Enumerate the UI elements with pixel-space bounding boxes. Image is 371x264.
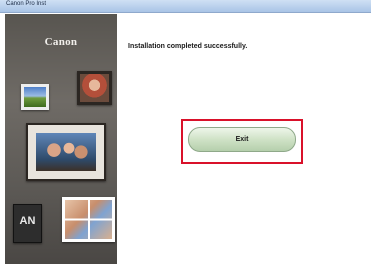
canon-logo: Canon — [44, 36, 78, 48]
family-photo-frame — [26, 123, 106, 181]
portrait-photo-frame — [77, 71, 112, 105]
collage-photo — [65, 200, 112, 239]
title-bar: Canon Pro Inst — [0, 0, 371, 13]
completion-message: Installation completed successfully. — [128, 43, 248, 50]
monogram-text: AN — [19, 215, 36, 227]
collage-photo-frame — [62, 197, 115, 242]
landscape-photo-frame — [21, 84, 49, 110]
window-title: Canon Pro Inst — [6, 1, 47, 7]
monogram-frame: AN — [13, 204, 42, 243]
exit-button[interactable]: Exit — [188, 127, 296, 152]
landscape-photo — [24, 87, 46, 107]
portrait-photo — [80, 74, 109, 102]
family-photo — [36, 133, 96, 171]
branding-sidebar: Canon AN — [5, 14, 117, 264]
